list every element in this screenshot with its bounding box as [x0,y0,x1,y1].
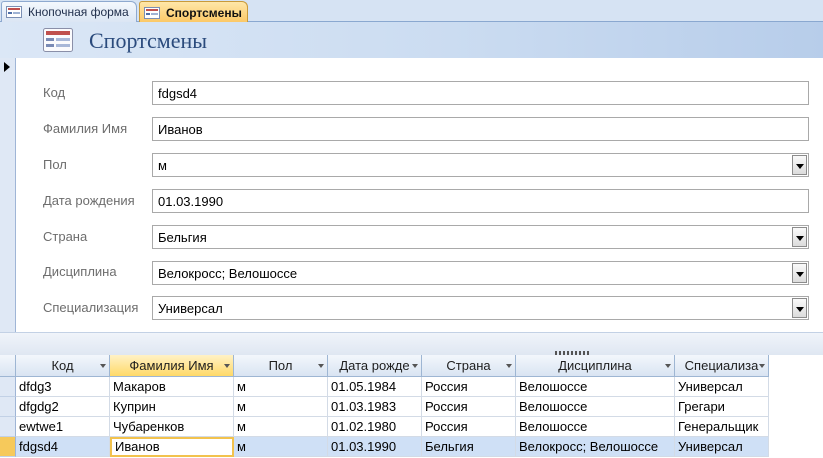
table-cell[interactable]: 01.03.1983 [328,397,422,417]
discipline-value: Велокросс; Велошоссе [158,266,298,281]
table-cell[interactable]: 01.03.1990 [328,437,422,457]
row-selector[interactable] [0,397,16,417]
code-field[interactable]: fdgsd4 [152,81,809,105]
table-cell[interactable]: Велошоссе [516,417,675,437]
form-detail: Код fdgsd4 Фамилия Имя Иванов Пол м Дата… [16,58,823,332]
name-value: Иванов [158,122,203,137]
dropdown-arrow-icon[interactable] [792,298,807,318]
column-filter-arrow-icon[interactable] [759,364,765,368]
table-cell[interactable]: 01.05.1984 [328,377,422,397]
tab-switchboard[interactable]: Кнопочная форма [1,1,137,22]
table-cell[interactable]: Универсал [675,377,769,397]
table-cell[interactable]: Россия [422,417,516,437]
form-icon [144,6,160,19]
birthdate-field[interactable]: 01.03.1990 [152,189,809,213]
column-filter-arrow-icon[interactable] [100,364,106,368]
select-all-corner[interactable] [0,355,16,377]
row-selector[interactable] [0,437,16,457]
gender-label: Пол [43,157,67,172]
column-filter-arrow-icon[interactable] [412,364,418,368]
table-cell[interactable]: fdgsd4 [16,437,110,457]
table-cell[interactable]: м [234,377,328,397]
column-header-code[interactable]: Код [16,355,110,377]
split-form-splitter[interactable] [0,332,823,355]
document-tab-bar: Кнопочная форма Спортсмены [0,0,823,23]
table-cell[interactable]: dfgdg2 [16,397,110,417]
column-header-specialization[interactable]: Специализа [675,355,769,377]
table-cell-focused[interactable]: Иванов [110,437,234,457]
table-cell[interactable]: Грегари [675,397,769,417]
column-header-label: Страна [446,358,491,373]
datasheet: Код Фамилия Имя Пол Дата рожде Страна Ди… [0,355,823,458]
table-cell[interactable]: Чубаренков [110,417,234,437]
column-header-birthdate[interactable]: Дата рожде [328,355,422,377]
table-cell[interactable]: Велошоссе [516,397,675,417]
tab-sportsmen[interactable]: Спортсмены [139,1,248,23]
table-cell[interactable]: Куприн [110,397,234,417]
birthdate-value: 01.03.1990 [158,194,224,209]
record-selector[interactable] [0,58,16,332]
table-cell[interactable]: Генеральщик [675,417,769,437]
name-field[interactable]: Иванов [152,117,809,141]
table-cell[interactable]: м [234,417,328,437]
country-combo[interactable]: Бельгия [152,225,809,249]
discipline-label: Дисциплина [43,264,117,279]
form-icon [43,28,73,55]
form-header: Спортсмены [0,22,823,59]
code-value: fdgsd4 [158,86,198,101]
column-header-label: Фамилия Имя [129,358,214,373]
row-selector[interactable] [0,417,16,437]
column-header-label: Дисциплина [558,358,632,373]
country-label: Страна [43,229,88,244]
column-header-country[interactable]: Страна [422,355,516,377]
table-cell[interactable]: Россия [422,397,516,417]
birthdate-label: Дата рождения [43,193,135,208]
specialization-value: Универсал [158,301,223,316]
code-label: Код [43,85,66,100]
table-cell[interactable]: Велошоссе [516,377,675,397]
column-filter-arrow-icon[interactable] [665,364,671,368]
datasheet-header-row: Код Фамилия Имя Пол Дата рожде Страна Ди… [0,355,769,377]
table-row[interactable]: ewtwe1 Чубаренков м 01.02.1980 Россия Ве… [0,417,769,437]
page-title: Спортсмены [89,28,208,53]
specialization-label: Специализация [43,300,139,315]
table-cell[interactable]: м [234,397,328,417]
form-icon [6,6,22,18]
specialization-combo[interactable]: Универсал [152,296,809,320]
discipline-combo[interactable]: Велокросс; Велошоссе [152,261,809,285]
table-cell[interactable]: ewtwe1 [16,417,110,437]
name-label: Фамилия Имя [43,121,128,136]
table-cell[interactable]: Велокросс; Велошоссе [516,437,675,457]
gender-value: м [158,158,167,173]
current-record-arrow-icon [4,62,10,72]
column-filter-arrow-icon[interactable] [318,364,324,368]
dropdown-arrow-icon[interactable] [792,263,807,283]
gender-combo[interactable]: м [152,153,809,177]
column-header-label: Дата рожде [339,358,410,373]
dropdown-arrow-icon[interactable] [792,155,807,175]
dropdown-arrow-icon[interactable] [792,227,807,247]
table-row-current[interactable]: fdgsd4 Иванов м 01.03.1990 Бельгия Велок… [0,437,769,457]
column-header-label: Специализа [684,358,759,373]
table-row[interactable]: dfgdg2 Куприн м 01.03.1983 Россия Велошо… [0,397,769,417]
table-cell[interactable]: Бельгия [422,437,516,457]
row-selector[interactable] [0,377,16,397]
column-header-name[interactable]: Фамилия Имя [110,355,234,377]
table-row[interactable]: dfdg3 Макаров м 01.05.1984 Россия Велошо… [0,377,769,397]
table-cell[interactable]: Россия [422,377,516,397]
table-cell[interactable]: dfdg3 [16,377,110,397]
column-header-discipline[interactable]: Дисциплина [516,355,675,377]
column-header-label: Пол [268,358,293,373]
country-value: Бельгия [158,230,207,245]
column-header-label: Код [51,358,74,373]
table-cell[interactable]: 01.02.1980 [328,417,422,437]
tab-label: Кнопочная форма [28,5,129,19]
column-filter-arrow-icon[interactable] [224,364,230,368]
column-header-gender[interactable]: Пол [234,355,328,377]
column-filter-arrow-icon[interactable] [506,364,512,368]
table-cell[interactable]: Макаров [110,377,234,397]
table-cell[interactable]: Универсал [675,437,769,457]
table-cell[interactable]: м [234,437,328,457]
tab-label: Спортсмены [166,5,242,20]
